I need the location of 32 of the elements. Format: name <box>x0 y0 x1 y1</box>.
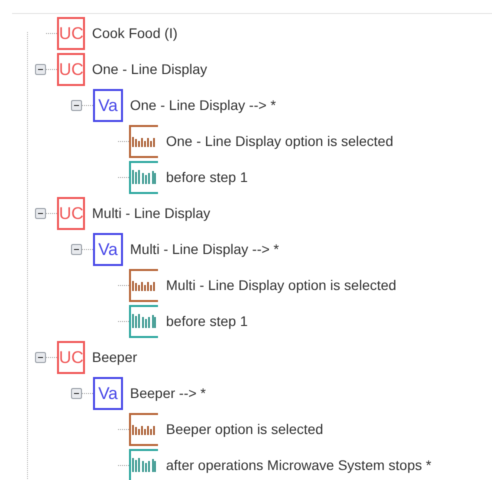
node-label[interactable]: One - Line Display --> * <box>130 94 276 116</box>
use-case-icon: UC <box>57 196 85 230</box>
postcondition-icon <box>129 304 159 338</box>
postcondition-icon <box>129 160 159 194</box>
node-label[interactable]: Beeper option is selected <box>166 418 324 440</box>
variant-icon: Va <box>93 232 123 266</box>
collapse-toggle[interactable] <box>34 64 46 74</box>
node-label[interactable]: Multi - Line Display option is selected <box>166 274 396 296</box>
node-label[interactable]: Beeper --> * <box>130 382 206 404</box>
collapse-toggle[interactable] <box>34 352 46 362</box>
node-label[interactable]: before step 1 <box>166 310 248 332</box>
variant-icon: Va <box>93 376 123 410</box>
condition-icon <box>129 268 159 302</box>
node-label[interactable]: after operations Microwave System stops * <box>166 454 432 476</box>
condition-icon <box>129 124 159 158</box>
condition-icon <box>129 412 159 446</box>
node-label[interactable]: Cook Food (I) <box>92 22 178 44</box>
use-case-icon: UC <box>57 52 85 86</box>
node-label[interactable]: Multi - Line Display <box>92 202 210 224</box>
node-label[interactable]: before step 1 <box>166 166 248 188</box>
collapse-toggle[interactable] <box>70 100 82 110</box>
node-label[interactable]: Beeper <box>92 346 138 368</box>
collapse-toggle[interactable] <box>70 244 82 254</box>
collapse-toggle[interactable] <box>70 388 82 398</box>
node-label[interactable]: One - Line Display <box>92 58 208 80</box>
use-case-icon: UC <box>57 340 85 374</box>
use-case-icon: UC <box>57 16 85 50</box>
variant-icon: Va <box>93 88 123 122</box>
collapse-toggle[interactable] <box>34 208 46 218</box>
postcondition-icon <box>129 448 159 480</box>
node-label[interactable]: Multi - Line Display --> * <box>130 238 279 260</box>
node-label[interactable]: One - Line Display option is selected <box>166 130 394 152</box>
